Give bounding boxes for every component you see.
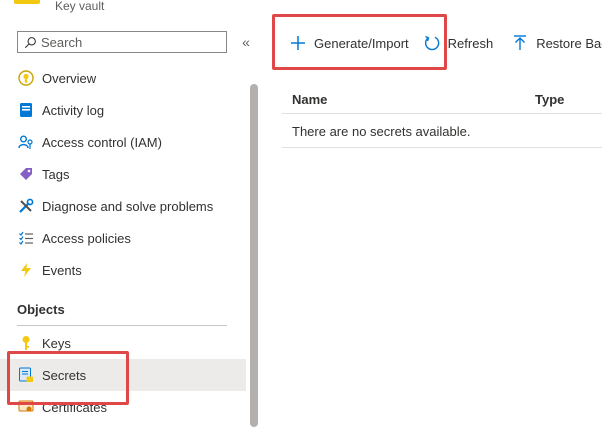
sidebar-scrollbar[interactable] xyxy=(250,84,258,427)
access-policies-icon xyxy=(17,229,35,247)
sidebar-item-secrets[interactable]: Secrets xyxy=(0,359,246,391)
activity-log-icon xyxy=(17,101,35,119)
sidebar-item-access-control[interactable]: Access control (IAM) xyxy=(0,126,246,158)
sidebar-item-label: Access control (IAM) xyxy=(42,134,162,150)
table-header-row: Name Type xyxy=(282,86,602,114)
resource-type-label: Key vault xyxy=(55,0,105,13)
key-vault-icon xyxy=(14,0,40,4)
sidebar-item-tags[interactable]: Tags xyxy=(0,158,246,190)
tag-icon xyxy=(17,165,35,183)
sidebar-item-label: Certificates xyxy=(42,399,108,415)
upload-icon xyxy=(514,35,527,50)
search-icon xyxy=(24,36,36,48)
wrench-icon xyxy=(17,197,35,215)
sidebar-item-access-policies[interactable]: Access policies xyxy=(0,222,246,254)
sidebar-item-label: Events xyxy=(42,262,82,278)
command-bar: Generate/Import Refresh Restore Backup xyxy=(283,30,602,56)
search-input[interactable] xyxy=(41,34,211,50)
sidebar-item-label: Secrets xyxy=(42,367,87,383)
lightning-icon xyxy=(17,261,35,279)
secret-icon xyxy=(17,366,35,384)
sidebar-item-activity-log[interactable]: Activity log xyxy=(0,94,246,126)
table-row: There are no secrets available. xyxy=(282,114,602,148)
refresh-button[interactable]: Refresh xyxy=(423,30,494,56)
generate-import-label: Generate/Import xyxy=(314,35,409,51)
sidebar-item-label: Tags xyxy=(42,166,70,182)
sidebar-item-events[interactable]: Events xyxy=(0,254,246,286)
collapse-sidebar-button[interactable]: « xyxy=(238,32,254,52)
plus-icon xyxy=(291,36,305,50)
generate-import-button[interactable]: Generate/Import xyxy=(289,30,409,56)
overview-icon xyxy=(17,69,35,87)
sidebar-item-keys[interactable]: Keys xyxy=(0,327,246,359)
restore-backup-label: Restore Backup xyxy=(536,35,602,51)
sidebar-item-certificates[interactable]: Certificates xyxy=(0,391,246,423)
certificate-icon xyxy=(17,398,35,416)
refresh-label: Refresh xyxy=(447,35,494,51)
sidebar-item-label: Activity log xyxy=(42,102,105,118)
section-divider xyxy=(17,325,227,326)
sidebar-item-label: Diagnose and solve problems xyxy=(42,198,214,214)
access-control-icon xyxy=(17,133,35,151)
sidebar-item-label: Access policies xyxy=(42,230,131,246)
secrets-table: Name Type There are no secrets available… xyxy=(282,86,602,148)
search-box[interactable] xyxy=(17,31,227,53)
sidebar-item-label: Overview xyxy=(42,70,97,86)
restore-backup-button[interactable]: Restore Backup xyxy=(511,30,602,56)
key-icon xyxy=(17,334,35,352)
sidebar-item-diagnose[interactable]: Diagnose and solve problems xyxy=(0,190,246,222)
sidebar-item-overview[interactable]: Overview xyxy=(0,62,246,94)
column-header-type[interactable]: Type xyxy=(535,92,564,107)
empty-state-message: There are no secrets available. xyxy=(292,124,471,139)
refresh-icon xyxy=(424,35,439,51)
section-title-objects: Objects xyxy=(17,302,65,317)
sidebar-item-label: Keys xyxy=(42,335,71,351)
column-header-name[interactable]: Name xyxy=(292,92,327,107)
